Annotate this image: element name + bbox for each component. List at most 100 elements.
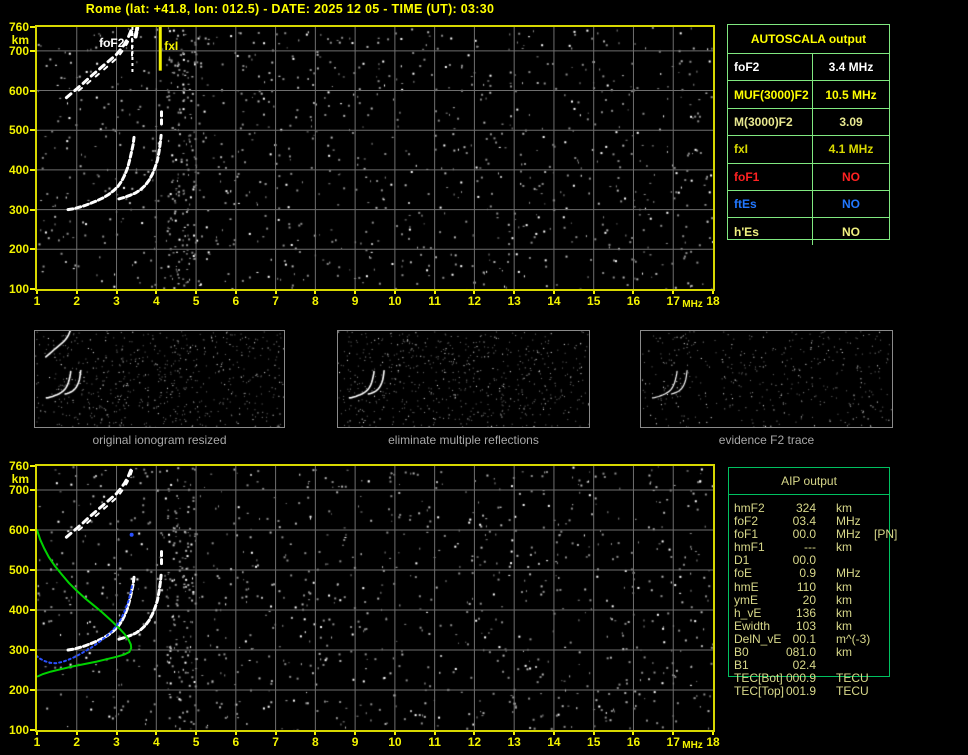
aip-row: hmF1 --- km [728, 541, 908, 554]
aip-row: hmE 110 km [728, 579, 908, 594]
aip-row: Ewidth 103 km [728, 618, 908, 633]
x-axis-tick-mark [513, 732, 516, 735]
aip-row-value: 001.9 [785, 684, 817, 699]
x-axis-tick-label: 6 [232, 735, 240, 749]
x-axis-tick-mark [473, 291, 476, 294]
autoscala-row: foF1 NO [728, 163, 889, 191]
autoscala-table-header: AUTOSCALA output [728, 25, 889, 54]
x-axis-tick-label: 18 [706, 294, 720, 308]
thumbnail-canvas [641, 331, 892, 427]
autoscala-row-label: h'Es [728, 218, 813, 245]
aip-row-unit: km [836, 605, 852, 620]
x-axis-tick-label: 11 [428, 735, 441, 749]
autoscala-row-label: fxI [728, 136, 813, 163]
x-axis-tick-mark [354, 291, 357, 294]
x-axis-tick-mark [672, 291, 675, 294]
autoscala-row: foF2 3.4 MHz [728, 54, 889, 82]
trace-F2-extraordinary-echo-trace [117, 133, 163, 201]
autoscala-row-label: foF2 [728, 54, 813, 81]
autoscala-table-rows: foF2 3.4 MHz MUF(3000)F2 10.5 MHz M(3000)F2 3… [728, 54, 889, 245]
thumbnail-caption: original ionogram resized [92, 433, 227, 447]
aip-row-unit: km [836, 592, 852, 607]
y-axis-tick-mark [30, 529, 35, 531]
aip-row-label: Ewidth [734, 618, 771, 633]
x-axis-tick-mark [234, 291, 237, 294]
x-axis-tick-label: 16 [626, 294, 641, 308]
x-axis-tick-label: 13 [507, 735, 521, 749]
autoscala-output-table: AUTOSCALA output foF2 3.4 MHz MUF(3000)F2 1… [727, 24, 890, 245]
x-axis-tick-label: 8 [312, 735, 319, 749]
x-axis-tick-label: 3 [113, 735, 120, 749]
autoscala-row-value: 3.09 [839, 114, 863, 129]
autoscala-row-value: 3.4 MHz [828, 60, 874, 75]
aip-row-label: ymE [734, 592, 758, 607]
x-axis-tick-mark [75, 291, 78, 294]
y-axis-tick-mark [30, 129, 35, 132]
autoscala-row: ftEs NO [728, 190, 889, 219]
aip-row-label: h_vE [734, 605, 762, 620]
trace-top-blob [133, 27, 140, 39]
aip-table-rows: hmF2 324 km foF2 03.4 MHz foF1 00.0 MHz [PN] hmF1-… [728, 501, 908, 699]
x-axis-tick-label: 8 [312, 294, 319, 308]
x-axis-tick-label: 15 [587, 294, 601, 308]
y-axis-tick-label: 760 [8, 20, 29, 34]
y-axis-tick-mark [30, 649, 35, 651]
x-axis-tick-mark [274, 732, 277, 735]
thumbnail-canvas [35, 331, 284, 427]
aip-row-unit: km [836, 645, 852, 660]
x-axis-tick-label: 18 [706, 735, 720, 749]
autoscala-row-value: 4.1 MHz [828, 142, 874, 157]
x-axis-tick-mark [75, 732, 78, 735]
aip-row-unit: TECU [836, 684, 869, 699]
x-axis-tick-mark [393, 291, 396, 294]
autoscala-row: MUF(3000)F2 10.5 MHz [728, 81, 889, 109]
y-axis-tick-mark [30, 208, 35, 211]
autoscala-window: Rome (lat: +41.8, lon: 012.5) - DATE: 20… [0, 0, 968, 755]
thumbnail-eliminate-multiple-reflections [337, 330, 590, 428]
y-axis-tick-mark [30, 26, 35, 28]
x-axis-tick-label: 10 [388, 294, 402, 308]
ionogram-plot-inversion [35, 464, 715, 732]
x-axis-tick-mark [155, 291, 158, 294]
x-axis-tick-mark [513, 291, 516, 294]
x-axis-tick-label: 14 [547, 735, 561, 749]
ionogram-plot-main [35, 25, 715, 291]
x-axis-tick-mark [552, 291, 555, 294]
y-axis-tick-label: 400 [8, 603, 29, 617]
x-axis-tick-mark [195, 732, 198, 735]
x-axis-tick-label: 7 [272, 294, 279, 308]
x-axis-tick-mark [712, 291, 714, 294]
aip-row-unit: km [836, 540, 852, 555]
x-axis-tick-label: 5 [192, 735, 200, 749]
y-axis-tick-label: 200 [8, 242, 29, 257]
aip-row: foE 0.9 MHz [728, 567, 908, 580]
x-axis-tick-label: 16 [626, 735, 641, 749]
trace-restored-F2-trace [37, 582, 134, 665]
x-axis-tick-label: 2 [73, 294, 81, 308]
trace-electron-density-profile [37, 529, 133, 678]
y-axis-tick-label: 400 [8, 162, 29, 177]
x-axis-tick-label: 13 [507, 294, 521, 308]
thumbnail-caption: evidence F2 trace [718, 433, 815, 447]
x-axis-tick-mark [36, 732, 38, 735]
x-axis-tick-label: 2 [73, 735, 81, 749]
ionogram-traces-svg [37, 466, 713, 730]
aip-row-unit: km [836, 579, 852, 594]
y-axis-tick-label: 600 [8, 83, 29, 98]
aip-row: ymE 20 km [728, 592, 908, 607]
aip-row-value: 20 [802, 592, 816, 607]
x-axis-tick-mark [433, 291, 436, 294]
aip-row-label: hmE [734, 579, 759, 594]
x-axis-tick-label: 7 [272, 735, 279, 749]
x-axis-tick-mark [195, 291, 198, 294]
aip-row-note: [PN] [874, 527, 898, 542]
y-axis-tick-label: 700 [8, 43, 29, 58]
autoscala-row: fxI 4.1 MHz [728, 136, 889, 164]
station-date-title: Rome (lat: +41.8, lon: 012.5) - DATE: 20… [85, 2, 495, 16]
x-axis-tick-mark [592, 291, 595, 294]
aip-row-label: foE [734, 566, 753, 581]
x-axis-tick-label: 9 [351, 735, 359, 749]
x-axis-tick-mark [473, 732, 476, 735]
x-axis-tick-label: 3 [113, 294, 120, 308]
x-axis-tick-mark [632, 732, 635, 735]
